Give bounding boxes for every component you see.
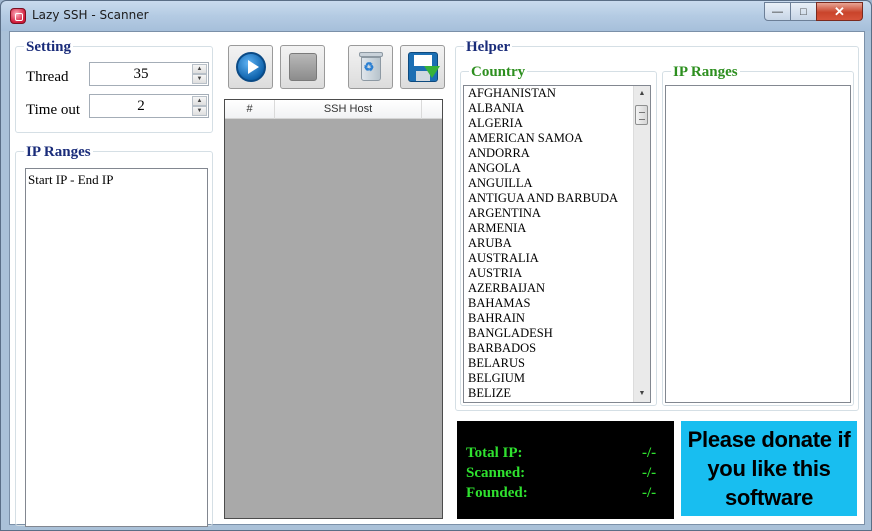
column-ssh-host[interactable]: SSH Host [275,100,422,119]
country-list-item[interactable]: BAHAMAS [464,296,650,311]
title-bar[interactable]: Lazy SSH - Scanner — □ ✕ [1,1,871,31]
country-list-item[interactable]: BAHRAIN [464,311,650,326]
scroll-thumb[interactable] [635,105,648,125]
ip-ranges-input[interactable]: Start IP - End IP [25,168,208,527]
results-header: # SSH Host [225,100,442,119]
helper-group: Helper Country AFGHANISTAN ALBANIA ALGERIA… [455,38,859,411]
minimize-button[interactable]: — [764,2,791,21]
start-button[interactable] [228,45,273,89]
country-list-item[interactable]: ARMENIA [464,221,650,236]
timeout-label: Time out [26,102,81,118]
country-title: Country [469,63,528,81]
country-group: Country AFGHANISTAN ALBANIA ALGERIA AMERICA… [460,63,657,406]
timeout-value[interactable]: 2 [90,95,192,117]
country-list-item[interactable]: AZERBAIJAN [464,281,650,296]
country-list-item[interactable]: BELARUS [464,356,650,371]
thread-label: Thread [26,69,69,85]
thread-up-icon[interactable]: ▲ [192,64,207,74]
play-icon [235,52,266,82]
helper-ip-ranges-output[interactable] [665,85,851,403]
stop-icon [288,53,317,81]
country-list-item[interactable]: AFGHANISTAN [464,86,650,101]
recycle-bin-icon: ♻ [358,52,383,82]
country-list-item[interactable]: ALGERIA [464,116,650,131]
country-list-item[interactable]: ANDORRA [464,146,650,161]
country-list-item[interactable]: ANGUILLA [464,176,650,191]
country-list-item[interactable]: ALBANIA [464,101,650,116]
results-list[interactable]: # SSH Host [224,99,443,519]
save-button[interactable] [400,45,445,89]
country-list-item[interactable]: BANGLADESH [464,326,650,341]
timeout-down-icon[interactable]: ▼ [192,106,207,116]
app-icon [10,8,26,24]
clear-button[interactable]: ♻ [348,45,393,89]
column-number[interactable]: # [225,100,275,119]
country-list-item[interactable]: BARBADOS [464,341,650,356]
thread-value[interactable]: 35 [90,63,192,85]
thread-down-icon[interactable]: ▼ [192,74,207,84]
total-ip-label: Total IP: [466,445,523,461]
maximize-button[interactable]: □ [790,2,817,21]
stats-panel: Total IP: -/- Scanned: -/- Founded: -/- [457,421,674,519]
scroll-down-icon[interactable]: ▼ [634,386,650,402]
app-window: Lazy SSH - Scanner — □ ✕ Setting Thread … [0,0,872,531]
scanned-value: -/- [642,465,657,481]
setting-title: Setting [24,38,73,56]
scanned-label: Scanned: [466,465,526,481]
stop-button[interactable] [280,45,325,89]
ip-ranges-title: IP Ranges [24,143,93,161]
window-title: Lazy SSH - Scanner [32,8,149,22]
total-ip-value: -/- [642,445,657,461]
country-list-item[interactable]: BELGIUM [464,371,650,386]
country-scrollbar[interactable]: ▲ ▼ [633,86,650,402]
founded-value: -/- [642,485,657,501]
donate-banner[interactable]: Please donate if you like this software [681,421,857,516]
country-list[interactable]: AFGHANISTAN ALBANIA ALGERIA AMERICAN SAMOA A… [463,85,651,403]
helper-ip-ranges-title: IP Ranges [671,63,740,81]
helper-title: Helper [464,38,513,56]
timeout-stepper[interactable]: 2 ▲ ▼ [89,94,209,118]
country-list-item[interactable]: BELIZE [464,386,650,401]
country-list-item[interactable]: ANGOLA [464,161,650,176]
client-area: Setting Thread 35 ▲ ▼ Time out 2 ▲ ▼ IP … [9,31,865,527]
country-list-item[interactable]: ARUBA [464,236,650,251]
helper-ip-ranges-group: IP Ranges [662,63,854,406]
founded-label: Founded: [466,485,528,501]
save-icon [407,52,440,82]
scroll-up-icon[interactable]: ▲ [634,86,650,102]
country-list-item[interactable]: ARGENTINA [464,206,650,221]
thread-stepper[interactable]: 35 ▲ ▼ [89,62,209,86]
country-list-item[interactable]: AMERICAN SAMOA [464,131,650,146]
ip-ranges-group: IP Ranges Start IP - End IP [15,143,213,527]
country-list-item[interactable]: AUSTRALIA [464,251,650,266]
close-button[interactable]: ✕ [816,2,863,21]
country-list-item[interactable]: AUSTRIA [464,266,650,281]
country-items: AFGHANISTAN ALBANIA ALGERIA AMERICAN SAMOA A… [464,86,650,401]
setting-group: Setting Thread 35 ▲ ▼ Time out 2 ▲ ▼ [15,38,213,133]
country-list-item[interactable]: ANTIGUA AND BARBUDA [464,191,650,206]
timeout-up-icon[interactable]: ▲ [192,96,207,106]
